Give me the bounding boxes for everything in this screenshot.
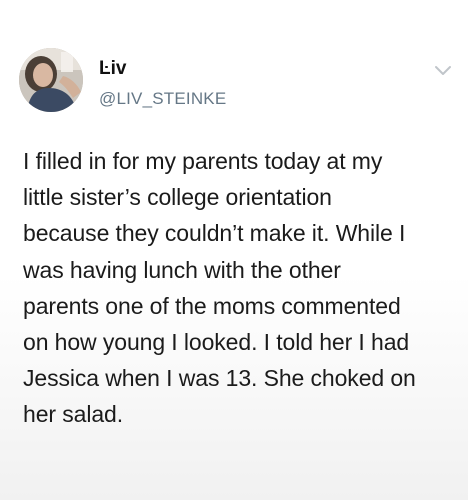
avatar[interactable] xyxy=(19,48,83,112)
tweet-text: I filled in for my parents today at my l… xyxy=(23,148,416,428)
tweet-header: Ŀiv @LIV_STEINKE xyxy=(19,48,226,118)
chevron-down-icon[interactable] xyxy=(434,65,452,77)
user-meta: Ŀiv @LIV_STEINKE xyxy=(99,58,226,109)
tweet-card: Ŀiv @LIV_STEINKE I filled in for my pare… xyxy=(0,0,468,500)
user-handle[interactable]: @LIV_STEINKE xyxy=(99,89,226,109)
display-name[interactable]: Ŀiv xyxy=(99,58,226,80)
avatar-photo-icon xyxy=(19,48,83,112)
